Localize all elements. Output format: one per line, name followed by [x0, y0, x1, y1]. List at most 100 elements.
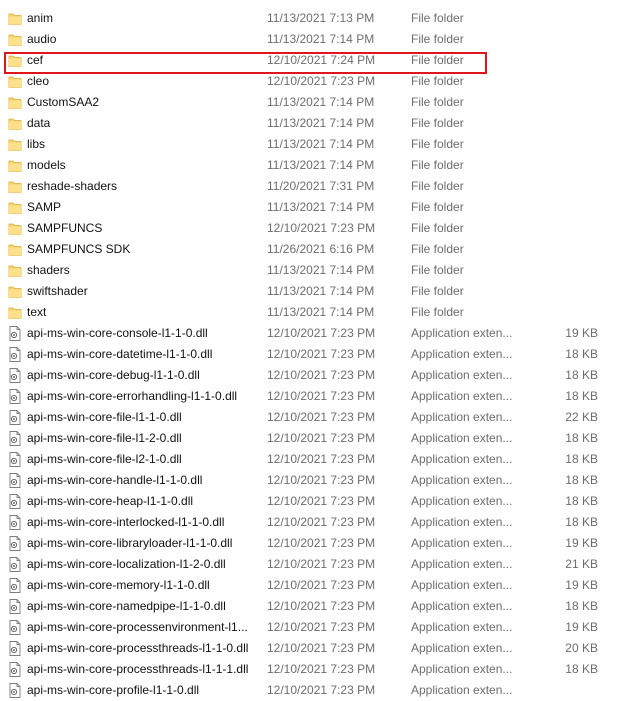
file-name: api-ms-win-core-datetime-l1-1-0.dll [27, 347, 213, 361]
file-name: api-ms-win-core-libraryloader-l1-1-0.dll [27, 536, 233, 550]
file-row[interactable]: api-ms-win-core-processthreads-l1-1-0.dl… [0, 638, 634, 659]
file-date-modified: 11/13/2021 7:14 PM [267, 263, 375, 277]
folder-icon [8, 11, 22, 26]
file-row[interactable]: anim 11/13/2021 7:13 PM File folder [0, 8, 634, 29]
file-row[interactable]: data 11/13/2021 7:14 PM File folder [0, 113, 634, 134]
file-type: File folder [411, 263, 464, 277]
folder-icon [8, 74, 22, 89]
dll-file-icon [8, 410, 22, 425]
file-size: 18 KB [565, 662, 598, 676]
file-date-modified: 11/13/2021 7:14 PM [267, 284, 375, 298]
dll-file-icon [8, 494, 22, 509]
file-name: libs [27, 137, 46, 151]
file-row[interactable]: CustomSAA2 11/13/2021 7:14 PM File folder [0, 92, 634, 113]
file-name: swiftshader [27, 284, 88, 298]
file-type: File folder [411, 74, 464, 88]
file-row[interactable]: api-ms-win-core-processthreads-l1-1-1.dl… [0, 659, 634, 680]
file-row[interactable]: api-ms-win-core-errorhandling-l1-1-0.dll… [0, 386, 634, 407]
file-name: api-ms-win-core-file-l1-2-0.dll [27, 431, 182, 445]
file-row[interactable]: shaders 11/13/2021 7:14 PM File folder [0, 260, 634, 281]
file-type: Application exten... [411, 557, 513, 571]
file-row[interactable]: api-ms-win-core-namedpipe-l1-1-0.dll 12/1… [0, 596, 634, 617]
file-date-modified: 12/10/2021 7:23 PM [267, 431, 376, 445]
file-date-modified: 12/10/2021 7:23 PM [267, 326, 376, 340]
folder-icon [8, 200, 22, 215]
file-date-modified: 12/10/2021 7:23 PM [267, 74, 376, 88]
file-date-modified: 12/10/2021 7:23 PM [267, 683, 376, 697]
folder-icon [8, 53, 22, 68]
file-type: File folder [411, 305, 464, 319]
file-date-modified: 11/13/2021 7:14 PM [267, 32, 375, 46]
folder-icon [8, 116, 22, 131]
file-row[interactable]: api-ms-win-core-memory-l1-1-0.dll 12/10/2… [0, 575, 634, 596]
file-type: File folder [411, 11, 464, 25]
file-type: Application exten... [411, 662, 513, 676]
file-row[interactable]: text 11/13/2021 7:14 PM File folder [0, 302, 634, 323]
file-row[interactable]: cleo 12/10/2021 7:23 PM File folder [0, 71, 634, 92]
file-row[interactable]: api-ms-win-core-heap-l1-1-0.dll 12/10/202… [0, 491, 634, 512]
file-type: Application exten... [411, 515, 513, 529]
file-row[interactable]: api-ms-win-core-file-l1-2-0.dll 12/10/202… [0, 428, 634, 449]
file-size: 22 KB [565, 410, 598, 424]
file-date-modified: 12/10/2021 7:23 PM [267, 557, 376, 571]
file-row[interactable]: libs 11/13/2021 7:14 PM File folder [0, 134, 634, 155]
file-name: SAMP [27, 200, 62, 214]
file-size: 20 KB [565, 641, 598, 655]
file-type: Application exten... [411, 326, 513, 340]
file-name: cef [27, 53, 44, 67]
file-row[interactable]: api-ms-win-core-profile-l1-1-0.dll 12/10/… [0, 680, 634, 701]
file-type: Application exten... [411, 599, 513, 613]
file-row[interactable]: models 11/13/2021 7:14 PM File folder [0, 155, 634, 176]
file-size: 18 KB [565, 368, 598, 382]
file-row[interactable]: api-ms-win-core-processenvironment-l1...… [0, 617, 634, 638]
file-row[interactable]: api-ms-win-core-handle-l1-1-0.dll 12/10/2… [0, 470, 634, 491]
file-date-modified: 12/10/2021 7:23 PM [267, 452, 376, 466]
file-row[interactable]: SAMPFUNCS 12/10/2021 7:23 PM File folder [0, 218, 634, 239]
file-type: File folder [411, 158, 464, 172]
file-row[interactable]: api-ms-win-core-datetime-l1-1-0.dll 12/10… [0, 344, 634, 365]
file-type: Application exten... [411, 368, 513, 382]
file-row[interactable]: SAMPFUNCS SDK 11/26/2021 6:16 PM File fold… [0, 239, 634, 260]
dll-file-icon [8, 599, 22, 614]
file-type: Application exten... [411, 578, 513, 592]
file-row[interactable]: reshade-shaders 11/20/2021 7:31 PM File fo… [0, 176, 634, 197]
file-date-modified: 12/10/2021 7:23 PM [267, 410, 376, 424]
dll-file-icon [8, 347, 22, 362]
file-name: api-ms-win-core-localization-l1-2-0.dll [27, 557, 226, 571]
file-row[interactable]: cef 12/10/2021 7:24 PM File folder [0, 50, 634, 71]
file-name: SAMPFUNCS SDK [27, 242, 131, 256]
file-type: Application exten... [411, 431, 513, 445]
file-name: api-ms-win-core-interlocked-l1-1-0.dll [27, 515, 225, 529]
file-name: data [27, 116, 51, 130]
file-row[interactable]: api-ms-win-core-console-l1-1-0.dll 12/10/… [0, 323, 634, 344]
file-row[interactable]: swiftshader 11/13/2021 7:14 PM File folder [0, 281, 634, 302]
file-name: api-ms-win-core-console-l1-1-0.dll [27, 326, 208, 340]
file-row[interactable]: SAMP 11/13/2021 7:14 PM File folder [0, 197, 634, 218]
file-name: api-ms-win-core-processthreads-l1-1-0.dl… [27, 641, 249, 655]
file-size: 19 KB [565, 578, 598, 592]
file-date-modified: 11/26/2021 6:16 PM [267, 242, 375, 256]
folder-icon [8, 158, 22, 173]
file-size: 19 KB [565, 326, 598, 340]
dll-file-icon [8, 473, 22, 488]
file-name: text [27, 305, 47, 319]
file-size: 19 KB [565, 620, 598, 634]
file-row[interactable]: api-ms-win-core-libraryloader-l1-1-0.dll… [0, 533, 634, 554]
file-row[interactable]: api-ms-win-core-file-l2-1-0.dll 12/10/202… [0, 449, 634, 470]
file-row[interactable]: audio 11/13/2021 7:14 PM File folder [0, 29, 634, 50]
file-row[interactable]: api-ms-win-core-debug-l1-1-0.dll 12/10/20… [0, 365, 634, 386]
file-type: Application exten... [411, 410, 513, 424]
file-row[interactable]: api-ms-win-core-interlocked-l1-1-0.dll 12… [0, 512, 634, 533]
folder-icon [8, 32, 22, 47]
file-row[interactable]: api-ms-win-core-file-l1-1-0.dll 12/10/202… [0, 407, 634, 428]
file-type: File folder [411, 200, 464, 214]
folder-icon [8, 221, 22, 236]
folder-icon [8, 284, 22, 299]
file-name: api-ms-win-core-handle-l1-1-0.dll [27, 473, 203, 487]
file-size: 18 KB [565, 599, 598, 613]
file-name: api-ms-win-core-processthreads-l1-1-1.dl… [27, 662, 249, 676]
folder-icon [8, 263, 22, 278]
file-name: CustomSAA2 [27, 95, 100, 109]
file-date-modified: 12/10/2021 7:23 PM [267, 515, 376, 529]
file-row[interactable]: api-ms-win-core-localization-l1-2-0.dll 1… [0, 554, 634, 575]
